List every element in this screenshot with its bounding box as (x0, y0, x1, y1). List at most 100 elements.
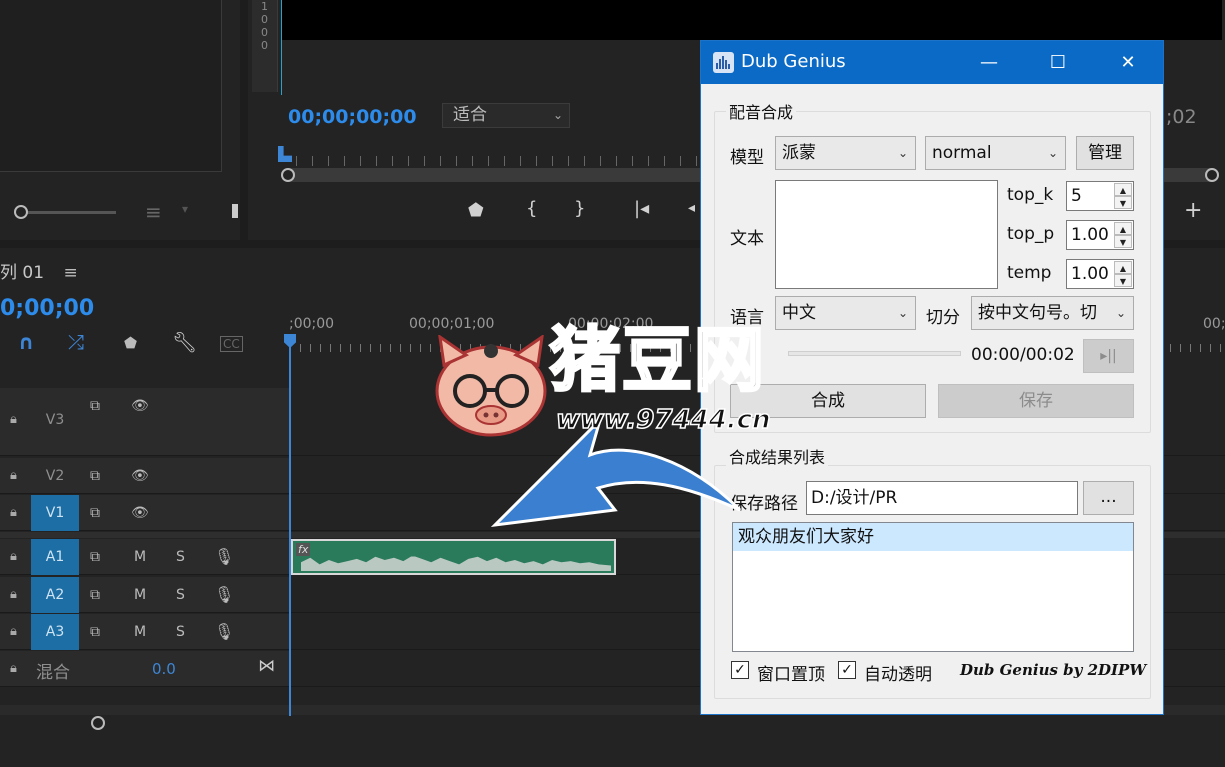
scrub-start-knob[interactable] (281, 168, 295, 182)
playback-progress[interactable] (788, 351, 961, 356)
track-name-v2[interactable]: V2 (31, 468, 79, 484)
eye-icon[interactable]: 👁︎ (131, 505, 149, 521)
sync-lock-icon[interactable]: ⧉ (90, 549, 100, 565)
fit-select[interactable]: 适合 ⌄ (442, 103, 570, 128)
title-bar[interactable]: Dub Genius — ☐ ✕ (701, 41, 1163, 84)
spin-up-icon[interactable]: ▲ (1114, 261, 1132, 274)
microphone-icon[interactable]: 🎙︎ (214, 585, 234, 604)
spin-down-icon[interactable]: ▼ (1114, 196, 1132, 209)
lock-icon[interactable]: 🔒︎ (10, 661, 17, 676)
close-button[interactable]: ✕ (1093, 41, 1163, 84)
ruler-digit: 1 (261, 0, 268, 13)
spin-down-icon[interactable]: ▼ (1114, 235, 1132, 248)
ruler-digit: 0 (261, 13, 268, 26)
linked-selection-icon[interactable]: ⤮ (68, 330, 84, 354)
chevron-down-icon: ⌄ (897, 146, 908, 160)
program-timecode[interactable]: 00;00;00;00 (288, 106, 417, 128)
ruler-digit: 0 (261, 26, 268, 39)
lock-icon[interactable]: 🔒︎ (10, 412, 17, 427)
topmost-checkbox[interactable]: ✓ (731, 661, 749, 679)
manage-button[interactable]: 管理 (1076, 136, 1134, 170)
spin-up-icon[interactable]: ▲ (1114, 183, 1132, 196)
add-button-icon[interactable]: + (1184, 198, 1202, 223)
track-name-a2[interactable]: A2 (31, 577, 79, 613)
text-input[interactable] (775, 180, 998, 289)
captions-icon[interactable]: CC (220, 336, 243, 352)
track-name-a1[interactable]: A1 (31, 539, 79, 575)
minimize-button[interactable]: — (954, 41, 1024, 84)
model-select[interactable]: 派蒙 ⌄ (775, 136, 916, 170)
ruler-digit: 0 (261, 39, 268, 52)
save-button[interactable]: 保存 (938, 384, 1134, 418)
spin-down-icon[interactable]: ▼ (1114, 274, 1132, 287)
add-marker-icon[interactable]: ⬟ (468, 200, 484, 221)
audio-clip[interactable]: fx (291, 539, 616, 575)
text-label: 文本 (730, 229, 764, 249)
split-select-value: 按中文句号。切 (978, 303, 1097, 323)
mute-button[interactable]: M (134, 549, 146, 565)
zoom-slider-knob[interactable] (14, 205, 28, 219)
track-name-v3[interactable]: V3 (31, 412, 79, 428)
timeline-zoom-knob[interactable] (91, 716, 105, 730)
mode-select[interactable]: normal ⌄ (925, 136, 1066, 170)
sync-lock-icon[interactable]: ⧉ (90, 468, 100, 484)
play-pause-button[interactable]: ▸|| (1083, 339, 1134, 373)
spin-up-icon[interactable]: ▲ (1114, 222, 1132, 235)
chevron-down-icon: ⌄ (1115, 306, 1126, 320)
lock-icon[interactable]: 🔒︎ (10, 468, 17, 483)
eye-icon[interactable]: 👁︎ (131, 468, 149, 484)
split-select[interactable]: 按中文句号。切 ⌄ (971, 296, 1134, 330)
add-marker-icon[interactable]: ⬟ (124, 334, 137, 352)
sequence-tab[interactable]: 列 01 ≡ (0, 258, 78, 283)
auto-transparent-label: 自动透明 (864, 665, 932, 685)
mark-out-icon[interactable]: } (574, 198, 585, 219)
sync-lock-icon[interactable]: ⧉ (90, 398, 100, 414)
top-p-spinbox[interactable]: 1.00 ▲ ▼ (1066, 220, 1134, 250)
browse-button[interactable]: ... (1083, 481, 1134, 515)
top-k-spinbox[interactable]: 5 ▲ ▼ (1066, 181, 1134, 211)
mute-button[interactable]: M (134, 587, 146, 603)
mix-value[interactable]: 0.0 (152, 660, 176, 678)
auto-transparent-checkbox[interactable]: ✓ (838, 661, 856, 679)
program-ruler-ticks (296, 156, 716, 166)
timeline-playhead-line[interactable] (289, 336, 291, 716)
temp-spinbox[interactable]: 1.00 ▲ ▼ (1066, 259, 1134, 289)
scrub-end-knob[interactable] (1205, 168, 1219, 182)
solo-button[interactable]: S (176, 624, 185, 640)
lock-icon[interactable]: 🔒︎ (10, 549, 17, 564)
chevron-down-icon[interactable]: ▾ (182, 202, 188, 216)
menu-lines-icon[interactable]: ≡ (63, 263, 77, 283)
snap-magnet-icon[interactable]: ∩ (18, 330, 34, 354)
go-to-in-icon[interactable]: |◂ (634, 198, 649, 219)
sequence-timecode[interactable]: 0;00;00 (0, 296, 94, 321)
track-name-v1[interactable]: V1 (31, 495, 79, 531)
microphone-icon[interactable]: 🎙︎ (214, 547, 234, 566)
save-path-input[interactable]: D:/设计/PR (806, 481, 1078, 515)
solo-button[interactable]: S (176, 549, 185, 565)
sync-lock-icon[interactable]: ⧉ (90, 624, 100, 640)
results-list[interactable]: 观众朋友们大家好 (732, 522, 1134, 652)
sync-lock-icon[interactable]: ⧉ (90, 587, 100, 603)
mute-button[interactable]: M (134, 624, 146, 640)
lock-icon[interactable]: 🔒︎ (10, 587, 17, 602)
eye-icon[interactable]: 👁︎ (131, 398, 149, 414)
solo-button[interactable]: S (176, 587, 185, 603)
lock-icon[interactable]: 🔒︎ (10, 624, 17, 639)
track-name-a3[interactable]: A3 (31, 614, 79, 650)
menu-lines-icon[interactable]: ≡ (145, 200, 162, 224)
language-select[interactable]: 中文 ⌄ (775, 296, 916, 330)
list-item[interactable]: 观众朋友们大家好 (733, 523, 1133, 551)
lock-icon[interactable]: 🔒︎ (10, 505, 17, 520)
maximize-button[interactable]: ☐ (1023, 41, 1093, 84)
wrench-icon[interactable]: 🔧︎ (172, 330, 197, 354)
step-back-icon[interactable]: ◂ (688, 200, 695, 216)
temp-label: temp (1007, 263, 1052, 283)
microphone-icon[interactable]: 🎙︎ (214, 622, 234, 641)
zoom-slider-track[interactable] (24, 211, 116, 214)
mark-in-icon[interactable]: { (526, 198, 537, 219)
mix-go-to-icon[interactable]: ⋈ (258, 656, 275, 676)
language-select-value: 中文 (782, 303, 816, 323)
temp-value: 1.00 (1071, 264, 1109, 284)
sync-lock-icon[interactable]: ⧉ (90, 505, 100, 521)
program-playhead-line (281, 0, 282, 95)
